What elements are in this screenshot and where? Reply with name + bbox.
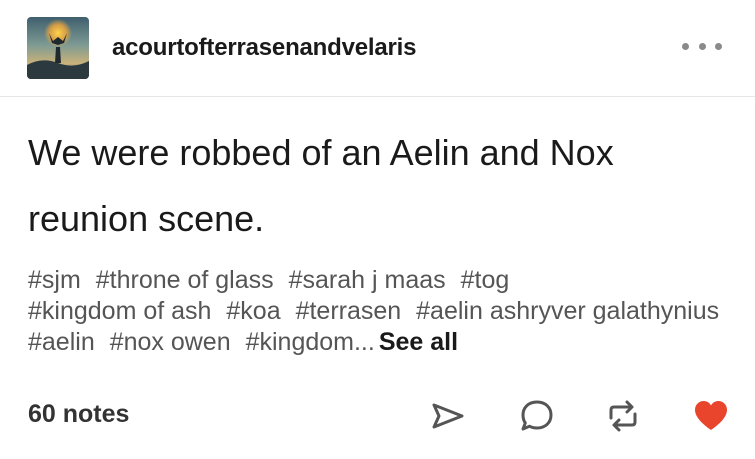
notes-count[interactable]: 60 notes	[28, 400, 129, 429]
send-icon[interactable]	[428, 396, 468, 436]
tag-link[interactable]: #aelin ashryver galathynius	[416, 297, 719, 325]
tag-link[interactable]: #sarah j maas	[289, 266, 446, 294]
heart-icon[interactable]	[691, 396, 731, 436]
reblog-icon[interactable]	[603, 396, 643, 436]
tag-link[interactable]: #kingdom...	[246, 328, 375, 356]
tag-link[interactable]: #nox owen	[110, 328, 231, 356]
post-text-line: We were robbed of an Aelin and Nox	[28, 132, 614, 173]
post-footer: 60 notes	[0, 388, 755, 448]
tag-link[interactable]: #kingdom of ash	[28, 297, 211, 325]
blog-avatar[interactable]	[27, 17, 89, 79]
more-dot	[715, 42, 722, 50]
tag-list: #sjm #throne of glass #sarah j maas #tog…	[28, 265, 728, 358]
post-header: acourtofterrasenandvelaris	[0, 0, 755, 97]
more-options-icon[interactable]	[682, 36, 722, 56]
tag-link[interactable]: #sjm	[28, 266, 81, 294]
post-text-line: reunion scene.	[28, 198, 265, 239]
tag-link[interactable]: #throne of glass	[96, 266, 274, 294]
more-dot	[682, 42, 689, 50]
tag-link[interactable]: #terrasen	[296, 297, 402, 325]
more-dot	[698, 42, 706, 50]
avatar-art-icon	[27, 17, 89, 79]
tag-link[interactable]: #aelin	[28, 328, 95, 356]
post-text: We were robbed of an Aelin and Nox reuni…	[28, 120, 728, 252]
blog-username[interactable]: acourtofterrasenandvelaris	[112, 34, 416, 62]
see-all-tags-link[interactable]: See all	[379, 328, 458, 356]
reply-bubble-icon[interactable]	[517, 396, 557, 436]
tag-link[interactable]: #koa	[226, 297, 280, 325]
tag-link[interactable]: #tog	[461, 266, 510, 294]
